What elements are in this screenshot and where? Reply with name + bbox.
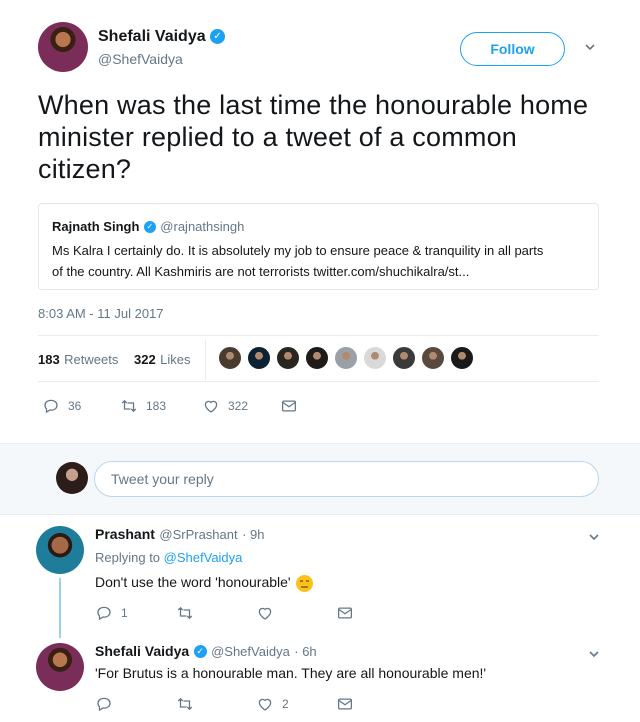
retweets-count: 183	[38, 352, 60, 367]
retweet-icon	[121, 399, 137, 413]
reply-count: 36	[68, 399, 82, 413]
heart-icon	[258, 607, 272, 620]
reply-action[interactable]: 1	[95, 604, 128, 622]
reply-input[interactable]: Tweet your reply	[94, 461, 599, 497]
reply-avatar[interactable]	[36, 643, 84, 691]
like-action[interactable]: 2	[256, 695, 289, 713]
divider	[38, 335, 599, 336]
verified-badge-icon: ✓	[193, 645, 207, 659]
quoted-text-line-2: of the country. All Kashmiris are not te…	[52, 264, 470, 279]
reply-author-name[interactable]: Shefali Vaidya	[95, 643, 189, 659]
like-action[interactable]	[256, 604, 274, 622]
retweet-icon	[177, 697, 193, 711]
chevron-down-icon[interactable]	[588, 647, 600, 665]
chevron-down-icon[interactable]	[584, 40, 596, 56]
likes-count: 322	[134, 352, 156, 367]
liker-avatar[interactable]	[305, 346, 329, 370]
liker-avatar[interactable]	[276, 346, 300, 370]
liker-avatar[interactable]	[450, 346, 474, 370]
reply-header: Shefali Vaidya ✓ @ShefVaidya · 6h	[95, 643, 317, 661]
quoted-author-row: Rajnath Singh ✓ @rajnathsingh	[52, 218, 244, 236]
tweet-text: When was the last time the honourable ho…	[38, 90, 589, 184]
tweet-timestamp[interactable]: 8:03 AM - 11 Jul 2017	[38, 306, 164, 321]
reply-icon	[44, 399, 58, 414]
direct-message-action[interactable]	[336, 695, 354, 713]
reply-author-name[interactable]: Prashant	[95, 526, 155, 542]
retweets-stat[interactable]: 183 Retweets	[38, 351, 118, 369]
envelope-icon	[281, 400, 297, 412]
reply-author-handle[interactable]: @ShefVaidya	[211, 644, 290, 659]
reply-icon	[97, 697, 111, 712]
retweet-count: 183	[146, 399, 167, 413]
liker-avatar[interactable]	[247, 346, 271, 370]
verified-badge-icon: ✓	[143, 220, 156, 233]
heart-icon	[258, 698, 272, 711]
reply-header: Prashant @SrPrashant · 9h	[95, 526, 264, 544]
retweets-label: Retweets	[64, 352, 119, 367]
liker-avatar[interactable]	[421, 346, 445, 370]
quoted-author-handle: @rajnathsingh	[160, 219, 245, 234]
author-name[interactable]: Shefali Vaidya	[98, 28, 206, 45]
reply-icon	[97, 606, 111, 621]
retweet-icon	[177, 606, 193, 620]
replying-prefix: Replying to	[95, 550, 161, 565]
reply-action[interactable]: 36	[42, 397, 81, 415]
stats-separator	[205, 340, 206, 380]
liker-avatar[interactable]	[392, 346, 416, 370]
like-action[interactable]: 322	[202, 397, 248, 415]
reply-time[interactable]: · 6h	[294, 644, 316, 659]
reply-avatar[interactable]	[36, 526, 84, 574]
chevron-down-icon[interactable]	[588, 530, 600, 548]
quoted-author-name: Rajnath Singh	[52, 219, 140, 234]
current-user-avatar	[56, 462, 88, 494]
liker-avatar[interactable]	[218, 346, 242, 370]
like-count: 322	[228, 399, 249, 413]
liker-avatar[interactable]	[363, 346, 387, 370]
divider	[38, 381, 599, 382]
reply-time[interactable]: · 9h	[242, 527, 264, 542]
author-handle[interactable]: @ShefVaidya	[98, 51, 183, 67]
liker-avatar[interactable]	[334, 346, 358, 370]
replying-to: Replying to @ShefVaidya	[95, 550, 242, 565]
author-name-row: Shefali Vaidya ✓	[98, 28, 226, 46]
reply-count: 1	[121, 606, 128, 620]
likers-avatars	[218, 346, 474, 370]
follow-button[interactable]: Follow	[460, 32, 565, 66]
reply-text: 'For Brutus is a honourable man. They ar…	[95, 665, 487, 681]
retweet-action[interactable]	[176, 695, 194, 713]
thread-connector	[59, 578, 61, 638]
unamused-face-emoji-icon	[296, 574, 314, 592]
envelope-icon	[337, 607, 353, 619]
reply-author-handle[interactable]: @SrPrashant	[159, 527, 237, 542]
like-count: 2	[282, 697, 289, 711]
reply-text-content: Don't use the word 'honourable'	[95, 574, 291, 590]
reply-action[interactable]	[95, 695, 113, 713]
replying-to-handle[interactable]: @ShefVaidya	[164, 550, 243, 565]
quoted-tweet[interactable]: Rajnath Singh ✓ @rajnathsingh Ms Kalra I…	[38, 203, 599, 290]
likes-stat[interactable]: 322 Likes	[134, 351, 191, 369]
likes-label: Likes	[160, 352, 191, 367]
envelope-icon	[337, 698, 353, 710]
direct-message-action[interactable]	[336, 604, 354, 622]
retweet-action[interactable]: 183	[120, 397, 166, 415]
retweet-action[interactable]	[176, 604, 194, 622]
heart-icon	[204, 400, 218, 413]
quoted-text-line-1: Ms Kalra I certainly do. It is absolutel…	[52, 243, 544, 258]
author-avatar[interactable]	[38, 22, 88, 72]
reply-text: Don't use the word 'honourable'	[95, 574, 314, 592]
direct-message-action[interactable]	[280, 397, 298, 415]
verified-badge-icon: ✓	[210, 29, 226, 45]
